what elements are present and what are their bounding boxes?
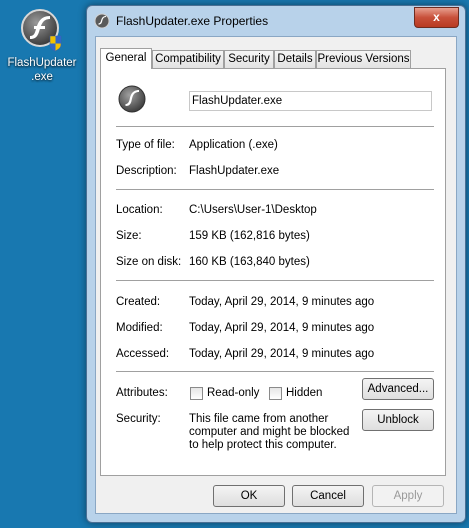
advanced-button[interactable]: Advanced... — [362, 378, 434, 400]
size-on-disk-value: 160 KB (163,840 bytes) — [189, 256, 310, 268]
separator — [116, 189, 434, 190]
desktop-icon-label: FlashUpdater .exe — [7, 57, 77, 83]
hidden-checkbox[interactable] — [269, 387, 282, 400]
readonly-label: Read-only — [207, 387, 260, 399]
size-on-disk-label: Size on disk: — [116, 256, 182, 268]
flash-app-icon — [20, 8, 64, 52]
properties-window: FlashUpdater.exe Properties x General Co… — [86, 5, 466, 523]
tab-general[interactable]: General — [100, 48, 152, 69]
hidden-label: Hidden — [286, 387, 323, 399]
desktop-icon-flashupdater[interactable]: FlashUpdater .exe — [2, 8, 82, 84]
attributes-label: Attributes: — [116, 387, 168, 399]
ok-button[interactable]: OK — [213, 485, 285, 507]
size-label: Size: — [116, 230, 142, 242]
window-title: FlashUpdater.exe Properties — [116, 14, 269, 28]
file-icon — [117, 84, 147, 114]
close-button[interactable]: x — [414, 7, 459, 28]
size-value: 159 KB (162,816 bytes) — [189, 230, 310, 242]
description-label: Description: — [116, 165, 177, 177]
tab-compatibility[interactable]: Compatibility — [152, 50, 224, 68]
modified-value: Today, April 29, 2014, 9 minutes ago — [189, 322, 375, 334]
tab-previous-versions[interactable]: Previous Versions — [316, 50, 411, 68]
accessed-label: Accessed: — [116, 348, 170, 360]
accessed-value: Today, April 29, 2014, 9 minutes ago — [189, 348, 375, 360]
created-value: Today, April 29, 2014, 9 minutes ago — [189, 296, 375, 308]
general-panel: Type of file: Application (.exe) Descrip… — [100, 68, 446, 476]
cancel-button[interactable]: Cancel — [292, 485, 364, 507]
modified-label: Modified: — [116, 322, 163, 334]
apply-button[interactable]: Apply — [372, 485, 444, 507]
unblock-button[interactable]: Unblock — [362, 409, 434, 431]
dialog-client: General Compatibility Security Details P… — [95, 36, 457, 514]
security-label: Security: — [116, 413, 161, 425]
separator — [116, 371, 434, 372]
readonly-checkbox[interactable] — [190, 387, 203, 400]
tab-details[interactable]: Details — [274, 50, 316, 68]
tab-security[interactable]: Security — [224, 50, 274, 68]
title-bar[interactable]: FlashUpdater.exe Properties x — [87, 6, 465, 36]
security-text: This file came from another computer and… — [189, 413, 350, 451]
type-of-file-value: Application (.exe) — [189, 139, 278, 151]
separator — [116, 126, 434, 127]
separator — [116, 280, 434, 281]
created-label: Created: — [116, 296, 161, 308]
file-name-field[interactable] — [189, 91, 432, 111]
type-of-file-label: Type of file: — [116, 139, 175, 151]
flash-title-icon — [94, 13, 110, 29]
description-value: FlashUpdater.exe — [189, 165, 280, 177]
location-label: Location: — [116, 204, 163, 216]
location-value: C:\Users\User-1\Desktop — [189, 204, 317, 216]
